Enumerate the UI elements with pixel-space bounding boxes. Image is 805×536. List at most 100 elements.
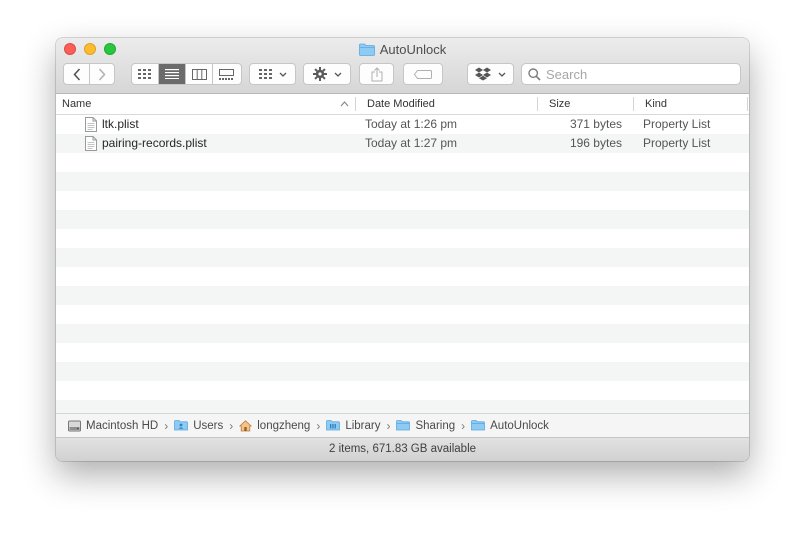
file-row[interactable]: ltk.plist Today at 1:26 pm 371 bytes Pro… — [56, 115, 749, 134]
column-header-name[interactable]: Name — [62, 94, 352, 114]
chevron-down-icon — [334, 72, 341, 77]
empty-row — [56, 343, 749, 362]
sort-ascending-icon — [340, 101, 349, 107]
empty-row — [56, 248, 749, 267]
column-divider[interactable] — [537, 97, 538, 111]
navigation-buttons — [63, 63, 115, 85]
path-separator: › — [386, 418, 391, 433]
file-name: ltk.plist — [102, 117, 139, 131]
empty-row — [56, 172, 749, 191]
plist-file-icon — [85, 136, 97, 151]
gear-icon — [312, 67, 327, 81]
path-item-macintosh-hd[interactable]: Macintosh HD — [68, 420, 158, 432]
file-row[interactable]: pairing-records.plist Today at 1:27 pm 1… — [56, 134, 749, 153]
chevron-left-icon — [72, 67, 80, 81]
path-item-label: longzheng — [257, 419, 311, 432]
columns-icon — [191, 68, 207, 80]
empty-row — [56, 286, 749, 305]
path-item-home[interactable]: longzheng — [239, 420, 310, 432]
empty-row — [56, 400, 749, 413]
folder-icon — [471, 420, 486, 431]
file-kind: Property List — [643, 117, 711, 131]
empty-row — [56, 191, 749, 210]
icon-view-button[interactable] — [132, 64, 159, 84]
column-header-date-modified[interactable]: Date Modified — [367, 94, 537, 114]
titlebar: AutoUnlock — [56, 38, 749, 94]
file-date-modified: Today at 1:27 pm — [365, 136, 458, 150]
plist-file-icon — [85, 117, 97, 132]
empty-row — [56, 210, 749, 229]
group-grid-icon — [258, 69, 272, 79]
gallery-icon — [219, 68, 234, 80]
empty-row — [56, 267, 749, 286]
column-header-size-label: Size — [549, 98, 571, 110]
path-item-autounlock[interactable]: AutoUnlock — [471, 420, 549, 432]
chevron-down-icon — [498, 72, 506, 77]
column-header-bar: Name Date Modified Size Kind — [56, 94, 749, 115]
column-header-name-label: Name — [62, 98, 92, 110]
search-icon — [528, 67, 541, 81]
dropbox-icon — [475, 67, 491, 81]
column-header-size[interactable]: Size — [549, 94, 629, 114]
column-divider — [747, 97, 748, 111]
column-divider[interactable] — [355, 97, 356, 111]
search-field[interactable] — [521, 63, 741, 85]
hard-drive-icon — [68, 420, 81, 431]
tags-button[interactable] — [403, 63, 443, 85]
path-separator: › — [316, 418, 321, 433]
chevron-down-icon — [279, 72, 286, 77]
column-header-kind[interactable]: Kind — [645, 94, 745, 114]
back-button[interactable] — [64, 64, 90, 84]
dropbox-button[interactable] — [467, 63, 514, 85]
path-item-label: Users — [193, 419, 224, 432]
empty-row — [56, 324, 749, 343]
file-date-modified: Today at 1:26 pm — [365, 117, 458, 131]
path-item-users[interactable]: Users — [174, 420, 223, 432]
column-header-kind-label: Kind — [645, 98, 668, 110]
folder-icon — [396, 420, 411, 431]
file-size: 371 bytes — [569, 117, 622, 131]
finder-window: AutoUnlock Search Name Date Modified Siz… — [56, 38, 749, 461]
path-separator: › — [164, 418, 169, 433]
folder-icon — [358, 43, 375, 56]
status-bar: 2 items, 671.83 GB available — [56, 437, 749, 461]
status-text: 2 items, 671.83 GB available — [328, 443, 477, 455]
view-mode-control — [131, 63, 242, 85]
column-divider[interactable] — [633, 97, 634, 111]
column-view-button[interactable] — [186, 64, 213, 84]
share-button[interactable] — [359, 63, 394, 85]
path-item-label: Library — [345, 419, 381, 432]
list-icon — [165, 69, 179, 79]
path-separator: › — [461, 418, 466, 433]
file-name: pairing-records.plist — [102, 136, 207, 150]
path-item-sharing[interactable]: Sharing — [396, 420, 455, 432]
file-size: 196 bytes — [569, 136, 622, 150]
path-item-library[interactable]: Library — [326, 420, 380, 432]
forward-button[interactable] — [90, 64, 114, 84]
path-item-label: Macintosh HD — [86, 419, 159, 432]
group-by-button[interactable] — [249, 63, 296, 85]
empty-row — [56, 153, 749, 172]
tag-icon — [414, 69, 432, 79]
window-title: AutoUnlock — [56, 41, 749, 57]
gallery-view-button[interactable] — [213, 64, 240, 84]
path-item-label: AutoUnlock — [490, 419, 549, 432]
action-menu-button[interactable] — [303, 63, 351, 85]
path-bar: Macintosh HD › Users › longzheng › Libra… — [56, 413, 749, 437]
empty-row — [56, 381, 749, 400]
library-folder-icon — [326, 420, 341, 431]
list-view-button[interactable] — [159, 64, 186, 84]
empty-row — [56, 229, 749, 248]
empty-row — [56, 362, 749, 381]
users-folder-icon — [174, 420, 189, 431]
file-kind: Property List — [643, 136, 711, 150]
path-item-label: Sharing — [415, 419, 456, 432]
search-input[interactable] — [546, 66, 726, 82]
window-title-text: AutoUnlock — [379, 41, 447, 57]
share-icon — [371, 66, 382, 81]
empty-row — [56, 305, 749, 324]
grid-icon — [138, 69, 151, 79]
chevron-right-icon — [98, 67, 106, 81]
home-icon — [239, 419, 253, 431]
column-header-date-label: Date Modified — [367, 98, 435, 110]
